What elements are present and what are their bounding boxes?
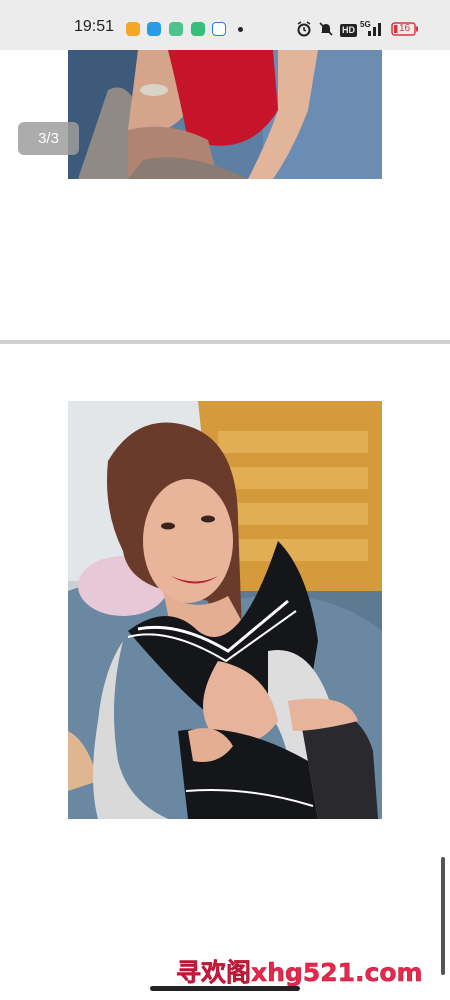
section-divider [0, 340, 450, 344]
app-icon-video [126, 22, 140, 36]
status-time: 19:51 [74, 18, 115, 35]
battery-icon: 16 [391, 21, 419, 37]
scrollbar[interactable] [441, 857, 445, 975]
screen: 19:51 HD 5G 16 3/3 寻欢阁xhg521.com [0, 0, 450, 1000]
alarm-icon [296, 21, 312, 37]
hd-label: HD [340, 24, 357, 37]
status-bar: 19:51 HD 5G 16 [0, 0, 450, 50]
page-indicator: 3/3 [18, 122, 79, 155]
site-watermark: 寻欢阁xhg521.com [176, 958, 423, 988]
notification-dot [238, 27, 243, 32]
app-icon-battery-app [191, 22, 205, 36]
battery-level: 16 [399, 23, 411, 34]
home-indicator[interactable] [150, 986, 300, 991]
app-icon-cloud [212, 22, 226, 36]
mute-bell-icon [318, 21, 334, 37]
hd-icon: HD [340, 21, 357, 37]
photo-current[interactable] [68, 401, 382, 819]
app-icon-bilibili [147, 22, 161, 36]
app-icon-reader [169, 22, 183, 36]
photo-previous[interactable] [68, 50, 382, 179]
